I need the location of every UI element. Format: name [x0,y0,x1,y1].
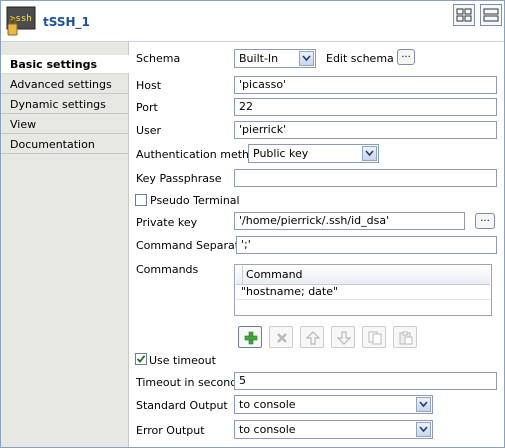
edit-schema-button[interactable]: ... [397,49,415,65]
component-title: tSSH_1 [43,15,90,29]
copy-icon [368,331,382,345]
paste-icon [399,331,413,345]
auth-method-label: Authentication method [136,148,263,161]
standard-output-label: Standard Output [136,399,228,412]
arrow-up-icon [306,331,320,345]
list-view-icon [483,8,499,22]
grid-view-button[interactable] [453,4,475,26]
private-key-field[interactable]: '/home/pierrick/.ssh/id_dsa' [234,212,465,230]
schema-select-value: Built-In [239,52,279,65]
command-separator-label: Command Separator [136,239,251,252]
ssh-component-icon: >ssh [6,6,36,36]
arrow-down-icon [337,331,351,345]
pseudo-terminal-checkbox[interactable] [135,194,147,206]
move-up-button[interactable] [300,326,324,348]
port-label: Port [136,101,158,114]
row-selector-column [236,266,243,284]
command-separator-field[interactable]: ';' [236,236,497,254]
private-key-label: Private key [136,216,198,229]
timeout-seconds-field[interactable]: 5 [234,372,497,390]
timeout-seconds-label: Timeout in seconds [136,376,243,389]
commands-table: Command "hostname; date" [234,264,492,316]
standard-output-select[interactable]: to console [234,395,433,414]
plus-icon [244,331,258,345]
checkmark-icon [136,355,146,363]
component-view: >ssh tSSH_1 Basic settings Advanced sett… [0,0,505,448]
chevron-down-icon [416,422,431,437]
add-row-button[interactable] [238,326,262,348]
host-label: Host [136,79,162,92]
delete-icon [277,333,287,343]
remove-row-button[interactable] [269,326,293,348]
error-output-select[interactable]: to console [234,420,433,439]
user-label: User [136,124,162,137]
component-header: >ssh tSSH_1 [1,1,504,42]
port-field[interactable]: 22 [234,98,497,116]
command-cell[interactable]: "hostname; date" [241,285,338,298]
auth-method-value: Public key [253,147,309,160]
use-timeout-checkbox[interactable] [135,353,147,365]
auth-method-select[interactable]: Public key [248,144,379,163]
standard-output-value: to console [239,398,296,411]
tab-dynamic-settings[interactable]: Dynamic settings [1,95,128,114]
paste-row-button[interactable] [393,326,417,348]
commands-label: Commands [136,263,199,276]
error-output-value: to console [239,423,296,436]
commands-table-header: Command [236,266,490,285]
schema-label: Schema [136,52,181,65]
command-column-header[interactable]: Command [246,268,303,281]
chevron-down-icon [416,397,431,412]
grid-view-icon [456,8,472,22]
key-passphrase-label: Key Passphrase [136,172,222,185]
move-down-button[interactable] [331,326,355,348]
schema-select[interactable]: Built-In [234,49,316,68]
copy-row-button[interactable] [362,326,386,348]
error-output-label: Error Output [136,424,205,437]
user-field[interactable]: 'pierrick' [234,121,497,139]
list-view-button[interactable] [480,4,502,26]
pseudo-terminal-label: Pseudo Terminal [150,194,240,207]
use-timeout-label: Use timeout [149,354,216,367]
settings-sidebar: Basic settings Advanced settings Dynamic… [1,42,129,447]
tab-advanced-settings[interactable]: Advanced settings [1,75,128,94]
browse-private-key-button[interactable]: ... [475,213,495,229]
edit-schema-label: Edit schema [326,52,394,65]
host-field[interactable]: 'picasso' [234,76,497,94]
chevron-down-icon [362,146,377,161]
tab-view[interactable]: View [1,115,128,134]
tab-basic-settings[interactable]: Basic settings [1,55,129,74]
chevron-down-icon [299,51,314,66]
key-passphrase-field[interactable] [234,169,497,187]
table-row[interactable]: "hostname; date" [236,285,490,300]
tab-documentation[interactable]: Documentation [1,135,128,154]
